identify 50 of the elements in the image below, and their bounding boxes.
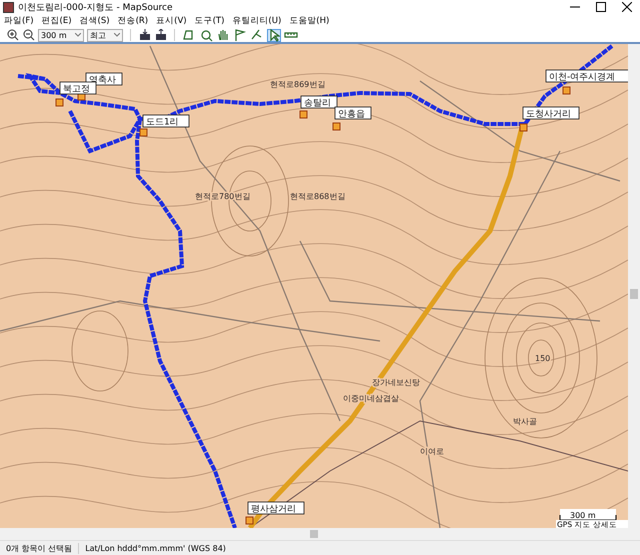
selection-status: 0개 항목이 선택됨 [0,542,80,554]
map-label: 현적로780번길 [195,192,250,202]
menu-item[interactable]: 도움말(H) [289,14,330,27]
vertical-scrollbar[interactable] [628,44,640,528]
window-title: 이천도림리-000-지형도 - MapSource [18,2,174,14]
zoom-out-icon[interactable] [22,28,35,42]
close-icon[interactable] [622,2,632,12]
waypoint-label[interactable]: 북고정 [60,82,96,95]
position-format-status: Lat/Lon hddd°mm.mmm' (WGS 84) [84,544,227,553]
waypoint-marker-icon[interactable] [332,122,340,131]
waypoint-marker-icon[interactable] [140,128,148,137]
waypoint-label[interactable]: 평사삼거리 [248,502,304,515]
receive-from-device-icon[interactable] [138,28,151,42]
zoom-in-icon[interactable] [6,28,19,42]
horizontal-scrollbar[interactable] [0,528,640,540]
waypoint-marker-icon[interactable] [520,124,528,132]
menu-item[interactable]: 도구(T) [194,14,224,27]
send-to-device-icon[interactable] [154,28,167,42]
waypoint-marker-icon[interactable] [246,516,254,525]
hand-tool-icon[interactable] [216,28,230,42]
map-label: 150 [535,354,550,364]
app-icon [3,2,14,12]
caret-icon [75,33,81,38]
caret-icon [114,33,120,38]
menu-item[interactable]: 표시(V) [156,14,187,27]
scale-bar: 300 m [560,509,616,521]
pointer-tool-icon[interactable] [267,28,281,42]
menu-item[interactable]: 파일(F) [4,14,34,27]
map-label: 이여로 [420,447,444,456]
menu-item[interactable]: 검색(S) [80,14,110,27]
menu-item[interactable]: 편집(E) [42,14,72,27]
menu-item[interactable]: 전송(R) [118,14,148,27]
detail-dropdown[interactable]: 최고 [87,28,123,42]
waypoint-label[interactable]: 안흥읍 [334,107,372,120]
map-label: 현적로869번길 [270,80,326,90]
waypoint-label[interactable]: 송탈리 [300,96,338,109]
zoom-tool-icon[interactable] [199,28,213,42]
map-label: 박사골 [513,417,537,426]
waypoint-tool-icon[interactable] [233,28,247,42]
waypoint-label[interactable]: 도청사거리 [522,107,580,120]
waypoint-marker-icon[interactable] [300,110,308,119]
maximize-icon[interactable] [596,2,606,12]
waypoint-marker-icon[interactable] [56,98,64,107]
scale-dropdown[interactable]: 300 m [38,28,84,42]
waypoint-label[interactable]: 도드1리 [142,115,190,128]
waypoint-marker-icon[interactable] [562,86,570,95]
route-tool-icon[interactable] [250,28,264,42]
waypoint-label[interactable]: 이천-여주시경계 [546,70,628,83]
map-label: 현적로868번길 [290,192,346,202]
menu-item[interactable]: 유틸리티(U) [232,14,282,27]
